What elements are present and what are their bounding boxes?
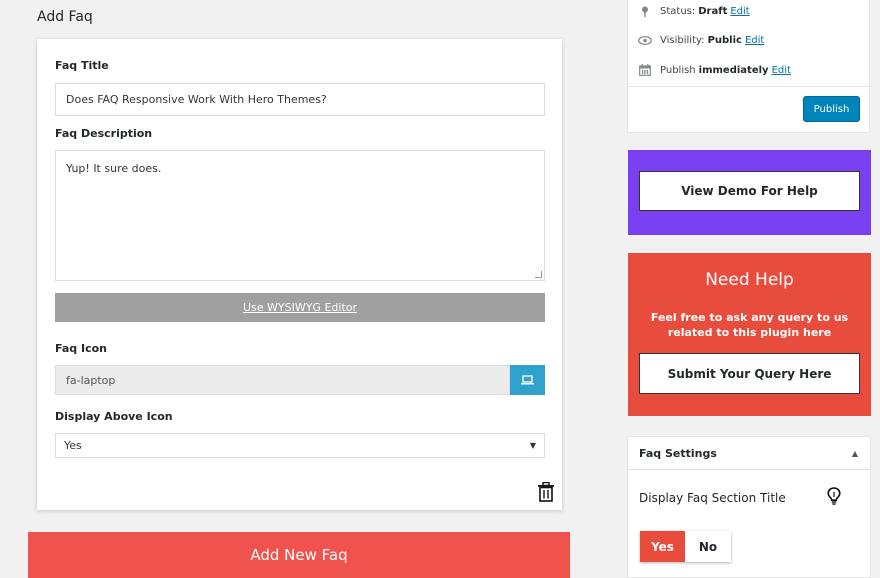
publish-time-row: Publish immediately Edit: [638, 64, 791, 76]
page-title: Add Faq: [37, 9, 93, 25]
section-title-toggle[interactable]: Yes No: [640, 531, 731, 562]
trash-icon[interactable]: [537, 482, 555, 502]
publish-time-label: Publish: [660, 64, 696, 76]
help-text: Feel free to ask any query to us related…: [650, 311, 849, 339]
pin-icon: [638, 5, 652, 17]
faq-description-label: Faq Description: [55, 127, 153, 140]
status-edit-link[interactable]: Edit: [730, 6, 749, 17]
help-box: Need Help Feel free to ask any query to …: [628, 253, 871, 416]
dropdown-arrow-icon: ▼: [529, 441, 536, 450]
laptop-icon: [521, 375, 534, 385]
publish-button[interactable]: Publish: [803, 96, 860, 122]
status-row: Status: Draft Edit: [638, 5, 750, 17]
status-value: Draft: [698, 5, 728, 17]
publish-divider: [628, 86, 869, 87]
visibility-row: Visibility: Public Edit: [638, 34, 764, 46]
display-above-icon-value: Yes: [64, 439, 82, 452]
faq-title-label: Faq Title: [55, 59, 109, 72]
display-above-icon-label: Display Above Icon: [55, 410, 173, 423]
resize-handle-icon[interactable]: [535, 271, 542, 278]
collapse-arrow-icon[interactable]: ▲: [852, 449, 858, 458]
faq-icon-input[interactable]: fa-laptop: [55, 365, 510, 395]
wysiwyg-editor-bar: Use WYSIWYG Editor: [55, 293, 545, 322]
faq-description-textarea[interactable]: Yup! It sure does.: [55, 150, 545, 281]
publish-box: Status: Draft Edit Visibility: Public Ed…: [627, 0, 870, 133]
toggle-yes-option[interactable]: Yes: [640, 531, 685, 562]
faq-settings-title: Faq Settings: [639, 446, 717, 460]
submit-query-button[interactable]: Submit Your Query Here: [639, 353, 860, 394]
demo-box: View Demo For Help: [628, 150, 871, 235]
display-above-icon-select[interactable]: Yes ▼: [55, 433, 545, 458]
wysiwyg-editor-link[interactable]: Use WYSIWYG Editor: [243, 301, 357, 314]
publish-time-edit-link[interactable]: Edit: [772, 65, 791, 76]
faq-settings-box: Faq Settings ▲ Display Faq Section Title…: [627, 436, 871, 578]
help-title: Need Help: [705, 270, 794, 290]
add-new-faq-label: Add New Faq: [250, 546, 348, 564]
lightbulb-icon: [827, 487, 841, 505]
icon-picker-button[interactable]: [510, 365, 545, 395]
faq-description-text: Yup! It sure does.: [66, 162, 162, 175]
faq-icon-label: Faq Icon: [55, 342, 107, 355]
toggle-no-option[interactable]: No: [685, 531, 731, 562]
visibility-label: Visibility:: [660, 34, 705, 46]
faq-settings-header[interactable]: Faq Settings ▲: [628, 437, 870, 470]
section-title-setting-label: Display Faq Section Title: [639, 491, 786, 505]
status-label: Status:: [660, 5, 696, 17]
faq-card: Faq Title Does FAQ Responsive Work With …: [37, 39, 562, 510]
eye-icon: [638, 34, 652, 46]
visibility-edit-link[interactable]: Edit: [745, 35, 764, 46]
faq-title-input[interactable]: Does FAQ Responsive Work With Hero Theme…: [55, 83, 545, 116]
view-demo-button[interactable]: View Demo For Help: [639, 171, 860, 211]
add-new-faq-button[interactable]: Add New Faq: [28, 532, 570, 578]
publish-time-value: immediately: [698, 64, 769, 76]
visibility-value: Public: [707, 34, 742, 46]
calendar-icon: [638, 64, 652, 76]
